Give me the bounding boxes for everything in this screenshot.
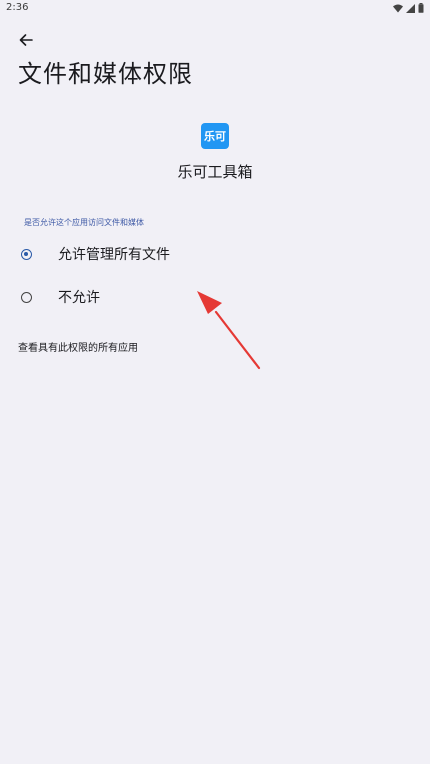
- arrow-back-icon: [19, 34, 33, 46]
- radio-unselected-icon[interactable]: [21, 291, 32, 303]
- status-time: 2:36: [6, 2, 29, 13]
- option-deny[interactable]: 不允许: [0, 277, 430, 317]
- wifi-icon: [393, 4, 403, 12]
- option-label: 不允许: [58, 290, 100, 306]
- app-name: 乐可工具箱: [177, 163, 253, 181]
- status-icons: [393, 3, 424, 13]
- radio-selected-icon[interactable]: [21, 248, 32, 260]
- app-icon: 乐可: [201, 123, 229, 149]
- annotation-arrow-icon: [197, 291, 261, 370]
- signal-icon: [406, 3, 415, 13]
- status-bar: 2:36: [0, 0, 430, 18]
- permission-section-label: 是否允许这个应用访问文件和媒体: [24, 218, 144, 227]
- battery-icon: [418, 3, 424, 13]
- app-icon-text: 乐可: [204, 130, 226, 143]
- back-button[interactable]: [14, 30, 38, 50]
- page-title: 文件和媒体权限: [18, 60, 193, 88]
- option-label: 允许管理所有文件: [58, 247, 170, 263]
- option-allow-all-files[interactable]: 允许管理所有文件: [0, 234, 430, 274]
- view-all-apps-link[interactable]: 查看具有此权限的所有应用: [18, 339, 138, 354]
